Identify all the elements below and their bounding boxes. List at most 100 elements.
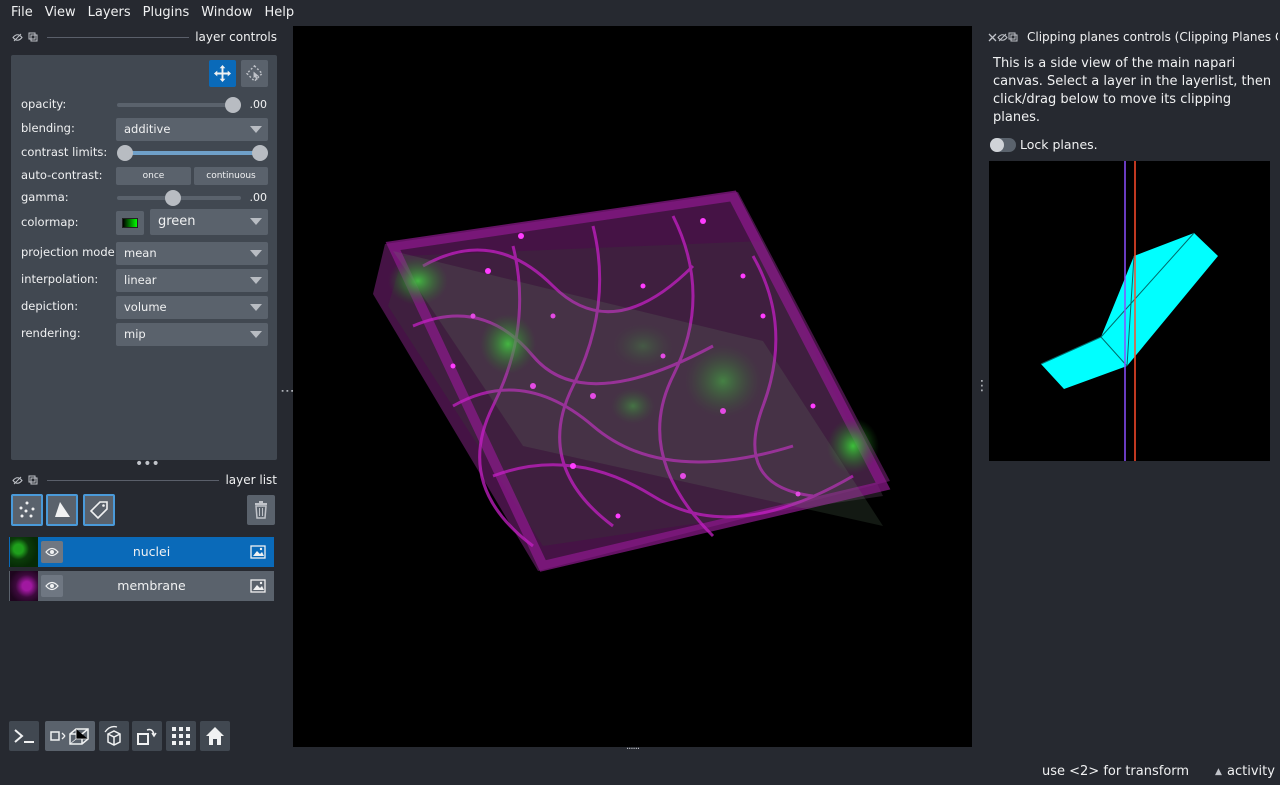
colormap-label: colormap: (21, 215, 79, 229)
dock-divider (47, 36, 190, 38)
colormap-select[interactable]: green (150, 209, 268, 235)
rotate-cube-icon (104, 725, 121, 746)
menu-layers[interactable]: Layers (82, 0, 137, 25)
transform-button[interactable] (209, 60, 236, 87)
activity-button[interactable]: activity (1227, 764, 1275, 779)
colormap-swatch[interactable] (116, 211, 144, 235)
contrast-low-handle[interactable] (117, 145, 133, 161)
layer-list-titlebar: layer list (9, 469, 277, 491)
eye-icon (45, 581, 59, 591)
lock-planes-toggle[interactable] (990, 138, 1016, 152)
panel-splitter-handle[interactable]: ••• (135, 457, 160, 471)
new-labels-layer-button[interactable] (83, 494, 115, 526)
colormap-gradient (122, 218, 138, 228)
right-dock-splitter[interactable]: ⋮ (975, 379, 989, 393)
points-icon (19, 501, 35, 518)
hide-dock-icon[interactable] (9, 472, 25, 488)
float-dock-icon[interactable] (1008, 29, 1018, 45)
opacity-label: opacity: (21, 97, 67, 111)
rendering-value: mip (124, 327, 146, 341)
clipping-titlebar: Clipping planes controls (Clipping Plane… (988, 26, 1278, 48)
select-region-icon (245, 64, 264, 83)
rendering-row: rendering: mip (11, 323, 277, 346)
contrast-limits-slider[interactable] (121, 151, 263, 155)
image-layer-icon (250, 579, 266, 593)
toggle-knob (990, 138, 1004, 152)
chevron-down-icon (250, 126, 262, 133)
chevron-up-icon: ▲ (1215, 767, 1222, 777)
interpolation-select[interactable]: linear (116, 269, 268, 292)
terminal-icon (14, 729, 34, 743)
grid-icon (172, 727, 190, 745)
new-shapes-layer-button[interactable] (46, 494, 78, 526)
blending-label: blending: (21, 121, 75, 135)
clipping-description: This is a side view of the main napari c… (993, 56, 1272, 125)
visibility-toggle[interactable] (41, 541, 63, 563)
layer-row-nuclei[interactable]: nuclei (9, 537, 274, 567)
gamma-slider-handle[interactable] (165, 190, 181, 206)
gamma-row: gamma: .00 (11, 187, 277, 209)
2d-3d-toggle-icon (50, 728, 89, 745)
gamma-value: .00 (249, 191, 268, 204)
layer-controls-titlebar: layer controls (9, 26, 277, 48)
menu-plugins[interactable]: Plugins (137, 0, 196, 25)
menu-file[interactable]: File (5, 0, 39, 25)
hide-dock-icon[interactable] (9, 29, 25, 45)
menu-window[interactable]: Window (195, 0, 258, 25)
layer-list-title: layer list (225, 473, 277, 487)
layer-row-membrane[interactable]: membrane (9, 571, 274, 601)
console-button[interactable] (9, 721, 39, 751)
layer-name: nuclei (132, 544, 171, 559)
opacity-slider[interactable] (117, 103, 241, 107)
volume-render (373, 190, 891, 572)
colormap-value: green (158, 214, 196, 229)
float-dock-icon[interactable] (25, 29, 41, 45)
contrast-high-handle[interactable] (252, 145, 268, 161)
chevron-down-icon (250, 304, 262, 311)
hide-dock-icon[interactable] (997, 29, 1008, 45)
trash-icon (255, 501, 267, 519)
depiction-row: depiction: volume (11, 296, 277, 319)
grid-view-button[interactable] (166, 721, 196, 751)
ndisplay-toggle-button[interactable] (45, 721, 95, 751)
status-bar: use <2> for transform ▲ activity (0, 760, 1280, 785)
rendering-label: rendering: (21, 326, 81, 340)
opacity-slider-handle[interactable] (225, 97, 241, 113)
roll-dims-button[interactable] (99, 721, 129, 751)
bottom-splitter[interactable]: ······ (626, 745, 640, 755)
menu-view[interactable]: View (39, 0, 82, 25)
blending-select[interactable]: additive (116, 118, 268, 141)
main-canvas[interactable] (293, 26, 972, 747)
auto-contrast-continuous-button[interactable]: continuous (194, 167, 268, 185)
depiction-label: depiction: (21, 299, 79, 313)
blending-row: blending: additive (11, 118, 277, 141)
auto-contrast-once-button[interactable]: once (116, 167, 191, 185)
layer-name: membrane (117, 578, 186, 593)
depiction-value: volume (124, 300, 167, 314)
select-button[interactable] (241, 60, 268, 87)
depiction-select[interactable]: volume (116, 296, 268, 319)
rendering-select[interactable]: mip (116, 323, 268, 346)
opacity-row: opacity: .00 (11, 94, 277, 116)
clipping-side-view-canvas[interactable] (989, 161, 1270, 461)
home-icon (206, 727, 224, 745)
menubar: File View Layers Plugins Window Help (0, 0, 1280, 25)
chevron-down-icon (250, 277, 262, 284)
delete-layer-button[interactable] (247, 495, 275, 525)
visibility-toggle[interactable] (41, 575, 63, 597)
float-dock-icon[interactable] (25, 472, 41, 488)
status-hint: use <2> for transform (1042, 764, 1190, 779)
reset-view-button[interactable] (200, 721, 230, 751)
contrast-limits-row: contrast limits: (11, 142, 277, 164)
left-dock-splitter[interactable]: ⋮ (279, 384, 295, 398)
menu-help[interactable]: Help (259, 0, 301, 25)
projection-mode-select[interactable]: mean (116, 242, 268, 265)
layer-thumbnail (10, 537, 38, 567)
new-points-layer-button[interactable] (11, 494, 43, 526)
interpolation-label: interpolation: (21, 272, 99, 286)
transpose-dims-button[interactable] (132, 721, 162, 751)
close-icon[interactable] (988, 29, 997, 45)
transpose-icon (137, 728, 157, 745)
layer-thumbnail (10, 571, 38, 601)
layer-controls-title: layer controls (195, 30, 277, 44)
